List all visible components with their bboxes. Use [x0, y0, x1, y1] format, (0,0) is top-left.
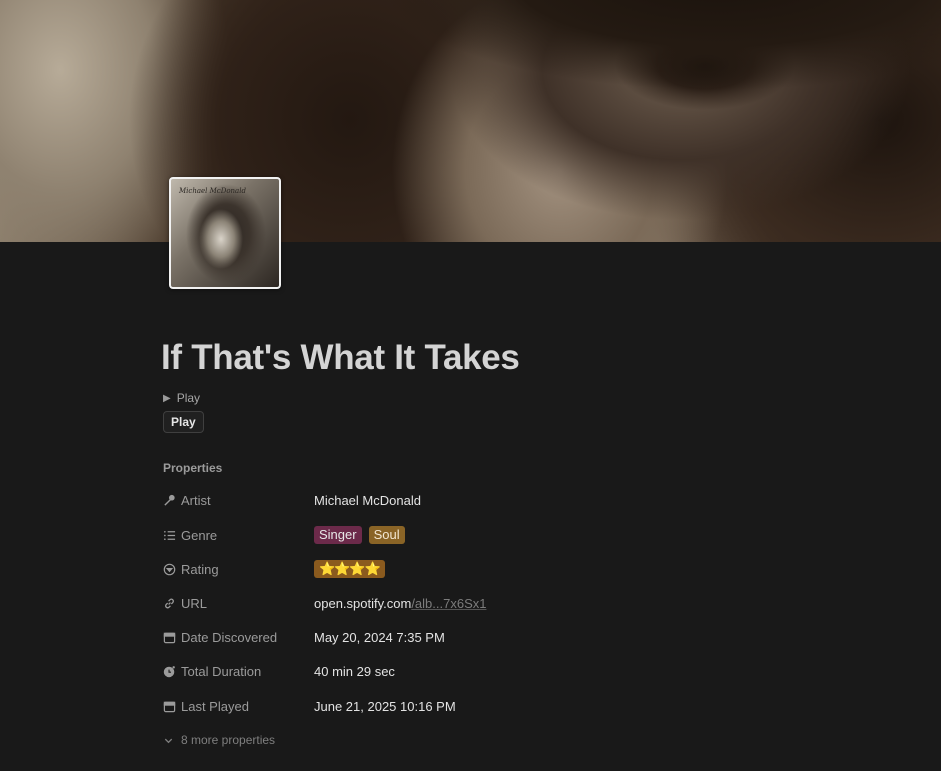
property-value-total-duration[interactable]: 40 min 29 sec — [314, 664, 395, 679]
calendar-icon — [163, 701, 176, 712]
album-art-lettering: Michael McDonald — [179, 187, 246, 195]
property-name-date-discovered[interactable]: Date Discovered — [163, 630, 314, 645]
property-row-date-discovered[interactable]: Date Discovered May 20, 2024 7:35 PM — [163, 626, 783, 648]
property-row-url[interactable]: URL open.spotify.com/alb...7x6Sx1 — [163, 592, 783, 614]
property-name-url[interactable]: URL — [163, 596, 314, 611]
list-icon — [164, 530, 176, 540]
url-link-path[interactable]: /alb...7x6Sx1 — [411, 596, 486, 611]
play-toggle[interactable]: ▶ Play — [163, 391, 200, 405]
play-button[interactable]: Play — [163, 411, 204, 433]
rating-stars-tag[interactable]: ⭐⭐⭐⭐ — [314, 560, 385, 578]
property-value-genre[interactable]: Singer Soul — [314, 526, 405, 544]
property-value-date-discovered[interactable]: May 20, 2024 7:35 PM — [314, 630, 445, 645]
toggle-label: Play — [176, 391, 201, 405]
property-name-artist[interactable]: Artist — [163, 493, 314, 508]
microphone-icon — [164, 494, 175, 506]
formula-clock-icon — [163, 665, 175, 677]
property-name-genre[interactable]: Genre — [163, 528, 314, 543]
page-title[interactable]: If That's What It Takes — [161, 338, 520, 378]
calendar-icon — [163, 632, 176, 643]
property-name-total-duration[interactable]: Total Duration — [163, 664, 314, 679]
cover-image[interactable] — [0, 0, 941, 242]
property-row-total-duration[interactable]: Total Duration 40 min 29 sec — [163, 660, 783, 682]
property-row-artist[interactable]: Artist Michael McDonald — [163, 489, 783, 511]
page-icon-album-art[interactable]: Michael McDonald — [169, 177, 281, 289]
property-value-url[interactable]: open.spotify.com/alb...7x6Sx1 — [314, 596, 486, 611]
property-name-rating[interactable]: Rating — [163, 562, 314, 577]
more-properties-toggle[interactable]: 8 more properties — [163, 733, 275, 747]
genre-tag-soul[interactable]: Soul — [368, 526, 405, 544]
genre-tag-singer[interactable]: Singer — [314, 526, 362, 544]
triangle-right-icon[interactable]: ▶ — [163, 393, 171, 404]
property-name-last-played[interactable]: Last Played — [163, 699, 314, 714]
properties-heading: Properties — [163, 461, 223, 475]
property-value-rating[interactable]: ⭐⭐⭐⭐ — [314, 560, 385, 578]
property-value-last-played[interactable]: June 21, 2025 10:16 PM — [314, 699, 456, 714]
select-circle-icon — [163, 563, 176, 575]
property-value-artist[interactable]: Michael McDonald — [314, 493, 421, 508]
link-icon — [165, 598, 174, 608]
property-row-last-played[interactable]: Last Played June 21, 2025 10:16 PM — [163, 695, 783, 717]
property-row-rating[interactable]: Rating ⭐⭐⭐⭐ — [163, 558, 783, 580]
url-link-domain[interactable]: open.spotify.com — [314, 596, 411, 611]
cover-image-shading — [0, 0, 941, 242]
chevron-down-icon — [164, 738, 173, 743]
property-row-genre[interactable]: Genre Singer Soul — [163, 524, 783, 546]
